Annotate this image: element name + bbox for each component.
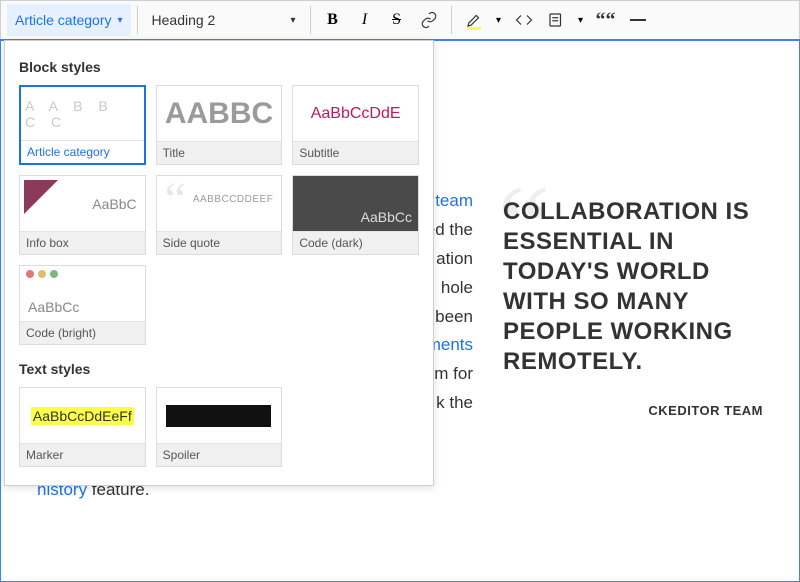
code-button[interactable] — [508, 4, 540, 36]
chevron-down-icon: ▾ — [578, 15, 583, 26]
link-team[interactable]: team — [435, 191, 473, 210]
preview-text: AaBbCcDdE — [311, 105, 401, 123]
horizontal-line-icon — [630, 19, 646, 21]
blockquote-button[interactable]: ““ — [590, 4, 622, 36]
tile-label: Article category — [21, 140, 144, 163]
triangle-icon — [24, 180, 58, 214]
pull-quote-attribution: CKEditor Team — [503, 403, 763, 418]
insert-template-dropdown-button[interactable]: ▾ — [572, 4, 590, 36]
style-tile-code-bright[interactable]: AaBbCc Code (bright) — [19, 265, 146, 345]
highlight-dropdown-button[interactable]: ▾ — [490, 4, 508, 36]
block-styles-heading: Block styles — [19, 59, 419, 75]
text-styles-heading: Text styles — [19, 361, 419, 377]
strikethrough-icon: S — [392, 11, 401, 29]
preview-text: A A B B C C — [25, 98, 140, 130]
link-button[interactable] — [413, 4, 445, 36]
style-tile-marker[interactable]: AaBbCcDdEeFf Marker — [19, 387, 146, 467]
style-tile-side-quote[interactable]: “ AABBCCDDEEF Side quote — [156, 175, 283, 255]
preview-text: AaBbCc — [28, 299, 79, 315]
code-icon — [515, 11, 533, 29]
tile-label: Code (dark) — [293, 231, 418, 254]
tile-label: Marker — [20, 443, 145, 466]
preview-text: AABBC — [165, 97, 273, 131]
preview-text: AABBCCDDEEF — [193, 194, 274, 205]
tile-label: Title — [157, 141, 282, 164]
toolbar-separator — [451, 6, 452, 34]
pull-quote-text: Collaboration is essential in today's wo… — [503, 197, 763, 377]
bold-button[interactable]: B — [317, 4, 349, 36]
highlight-color-indicator — [467, 27, 481, 30]
style-tile-subtitle[interactable]: AaBbCcDdE Subtitle — [292, 85, 419, 165]
tile-label: Side quote — [157, 231, 282, 254]
tile-label: Code (bright) — [20, 321, 145, 344]
styles-panel: Block styles A A B B C C Article categor… — [4, 40, 434, 486]
style-tile-title[interactable]: AABBC Title — [156, 85, 283, 165]
chevron-down-icon: ▾ — [117, 15, 122, 26]
preview-text: AaBbC — [92, 196, 140, 212]
quote-icon: ““ — [596, 10, 616, 30]
spoiler-preview — [166, 405, 271, 427]
italic-icon: I — [362, 11, 367, 29]
window-dots-icon — [26, 270, 58, 278]
tile-label: Info box — [20, 231, 145, 254]
styles-dropdown[interactable]: Article category ▾ — [7, 4, 131, 36]
toolbar: Article category ▾ Heading 2 ▾ B I S ▾ — [0, 0, 800, 40]
preview-text: AaBbCc — [361, 209, 412, 225]
styles-dropdown-label: Article category — [15, 12, 111, 28]
bold-icon: B — [327, 11, 338, 29]
chevron-down-icon: ▾ — [290, 15, 295, 26]
pull-quote: “ Collaboration is essential in today's … — [503, 187, 763, 505]
style-tile-info-box[interactable]: AaBbC Info box — [19, 175, 146, 255]
link-icon — [420, 11, 438, 29]
quote-icon: “ — [165, 176, 186, 227]
italic-button[interactable]: I — [349, 4, 381, 36]
horizontal-line-button[interactable] — [622, 4, 654, 36]
heading-dropdown-label: Heading 2 — [152, 12, 216, 28]
tile-label: Spoiler — [157, 443, 282, 466]
template-icon — [547, 11, 565, 29]
tile-label: Subtitle — [293, 141, 418, 164]
style-tile-spoiler[interactable]: Spoiler — [156, 387, 283, 467]
insert-template-button[interactable] — [540, 4, 572, 36]
preview-text: AaBbCcDdEeFf — [31, 407, 134, 425]
style-tile-code-dark[interactable]: AaBbCc Code (dark) — [292, 175, 419, 255]
toolbar-separator — [310, 6, 311, 34]
highlight-button[interactable] — [458, 4, 490, 36]
toolbar-separator — [137, 6, 138, 34]
chevron-down-icon: ▾ — [496, 15, 501, 26]
style-tile-article-category[interactable]: A A B B C C Article category — [19, 85, 146, 165]
heading-dropdown[interactable]: Heading 2 ▾ — [144, 4, 304, 36]
strikethrough-button[interactable]: S — [381, 4, 413, 36]
